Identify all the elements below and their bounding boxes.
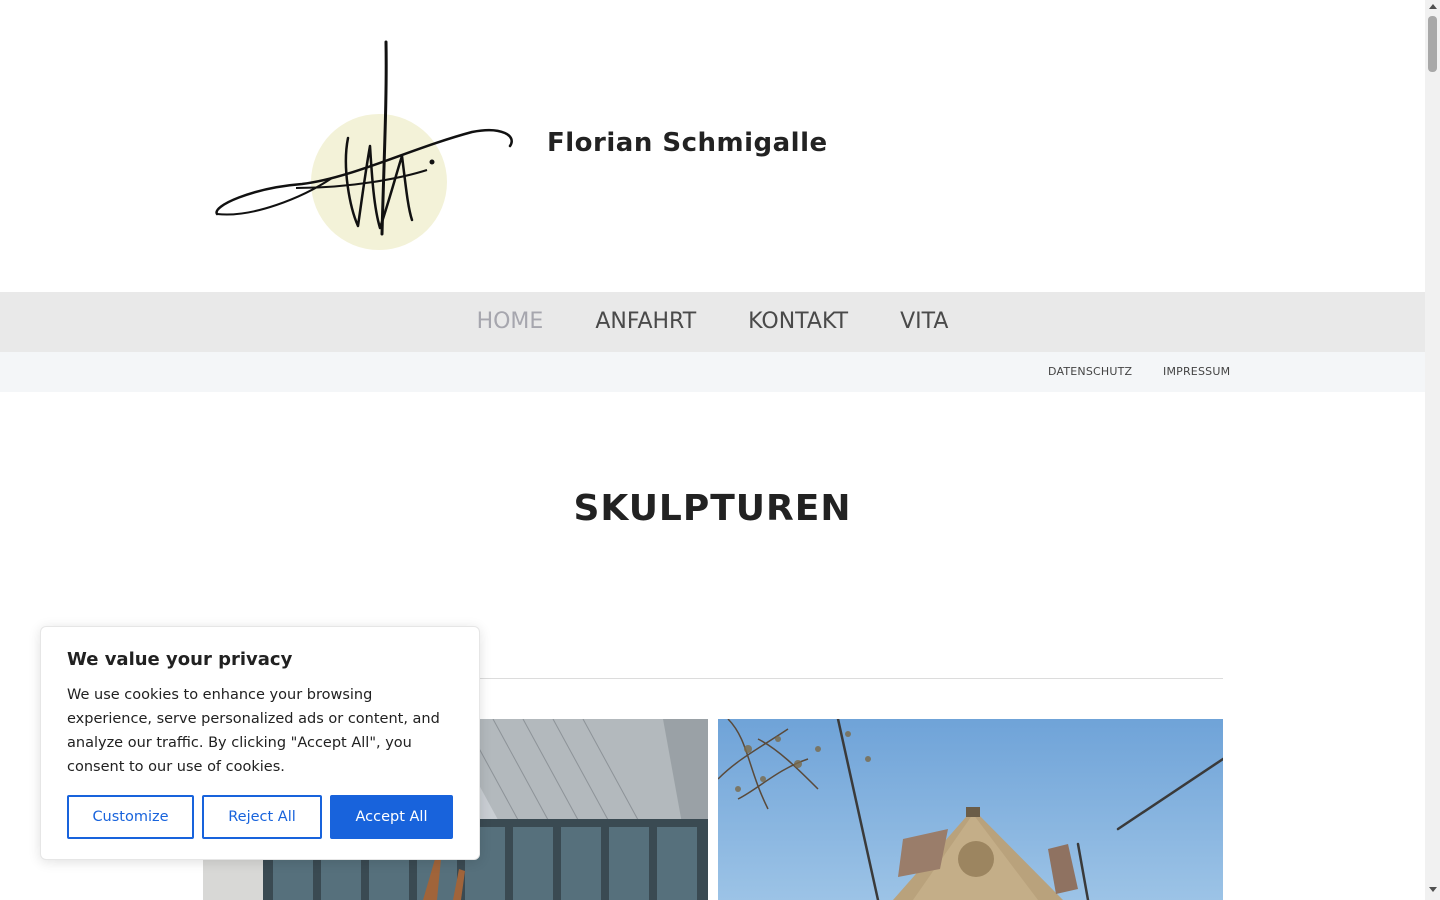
page: Florian Schmigalle HOME ANFAHRT KONTAKT … xyxy=(0,0,1425,900)
nav-item-anfahrt[interactable]: ANFAHRT xyxy=(595,292,696,352)
customize-button[interactable]: Customize xyxy=(67,795,194,839)
site-header: Florian Schmigalle xyxy=(0,0,1425,292)
cookie-title: We value your privacy xyxy=(67,649,293,670)
scroll-up-arrow-icon[interactable] xyxy=(1429,4,1437,9)
datenschutz-link[interactable]: DATENSCHUTZ xyxy=(1048,365,1132,378)
cookie-text: We use cookies to enhance your browsing … xyxy=(67,687,440,775)
site-title[interactable]: Florian Schmigalle xyxy=(547,128,828,158)
cookie-consent-banner: We value your privacy We use cookies to … xyxy=(40,626,480,860)
impressum-link[interactable]: IMPRESSUM xyxy=(1163,365,1230,378)
section-title: SKULPTUREN xyxy=(573,488,852,529)
secondary-navigation: DATENSCHUTZ IMPRESSUM xyxy=(0,352,1425,392)
signature-logo-icon xyxy=(215,40,513,250)
nav-item-vita[interactable]: VITA xyxy=(900,292,948,352)
scroll-down-arrow-icon[interactable] xyxy=(1429,887,1437,892)
nav-item-kontakt[interactable]: KONTAKT xyxy=(748,292,848,352)
nav-item-home[interactable]: HOME xyxy=(477,292,544,352)
vertical-scrollbar[interactable] xyxy=(1425,0,1440,900)
accept-all-button[interactable]: Accept All xyxy=(330,795,453,839)
cookie-buttons: Customize Reject All Accept All xyxy=(67,795,453,839)
logo-link[interactable] xyxy=(212,38,517,254)
scrollbar-thumb[interactable] xyxy=(1428,16,1437,72)
sculpture-image-2[interactable] xyxy=(718,719,1223,900)
reject-all-button[interactable]: Reject All xyxy=(202,795,322,839)
main-navigation: HOME ANFAHRT KONTAKT VITA xyxy=(0,292,1425,352)
church-photo-2 xyxy=(718,719,1223,900)
